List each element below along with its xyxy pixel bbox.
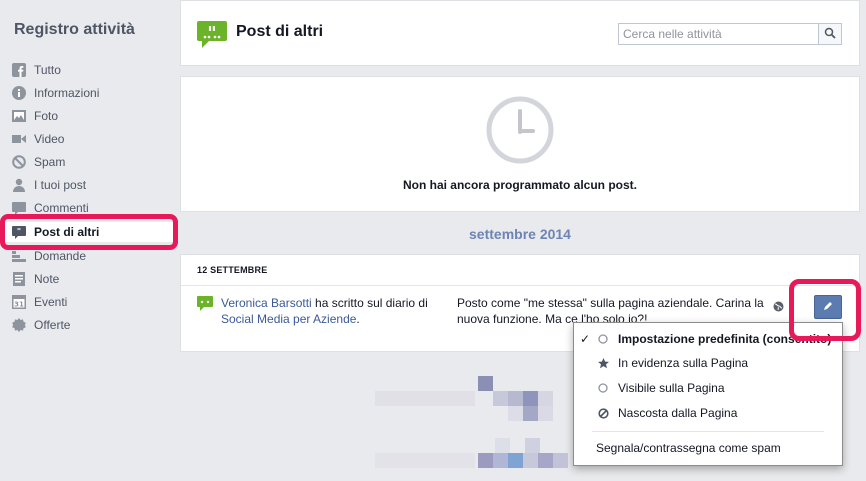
sidebar-item-label: Eventi — [34, 295, 68, 309]
note-icon — [12, 272, 26, 286]
sidebar-title: Registro attività — [14, 21, 135, 38]
sidebar-item-i-tuoi-post[interactable]: I tuoi post — [12, 175, 172, 195]
svg-text:31: 31 — [14, 301, 24, 309]
menu-separator — [592, 431, 824, 432]
post-bubble-icon — [197, 295, 213, 314]
search-button[interactable] — [818, 24, 841, 44]
sidebar-item-eventi[interactable]: 31 Eventi — [12, 292, 172, 312]
sidebar: Registro attività Tutto Informazioni Fot… — [0, 0, 180, 481]
circle-icon — [596, 381, 610, 395]
search-input[interactable] — [623, 26, 813, 42]
action-text: ha scritto sul diario di — [311, 296, 428, 310]
sidebar-item-tutto[interactable]: Tutto — [12, 60, 172, 80]
clock-icon — [485, 95, 555, 168]
comment-icon — [12, 201, 26, 215]
sidebar-item-label: Offerte — [34, 318, 71, 332]
menu-item-label: In evidenza sulla Pagina — [618, 356, 749, 370]
offer-icon — [12, 318, 26, 332]
sidebar-item-label: Spam — [34, 155, 66, 169]
empty-schedule-message: Non hai ancora programmato alcun post. — [402, 178, 638, 192]
person-icon — [12, 178, 26, 192]
action-suffix: . — [356, 312, 360, 326]
sidebar-item-video[interactable]: Video — [12, 129, 172, 149]
sidebar-item-label: Video — [34, 132, 65, 146]
sidebar-item-label: Informazioni — [34, 86, 100, 100]
search-icon — [824, 27, 836, 42]
author-link[interactable]: Veronica Barsotti — [221, 296, 312, 310]
highlight-box — [789, 279, 861, 341]
check-icon: ✓ — [579, 332, 591, 346]
post-line: Posto come "me stessa" sulla pagina azie… — [457, 296, 764, 310]
sidebar-item-label: Tutto — [34, 63, 61, 77]
header-panel: " Post di altri — [180, 0, 860, 66]
sidebar-item-informazioni[interactable]: Informazioni — [12, 83, 172, 103]
question-icon — [12, 249, 26, 263]
svg-text:": " — [207, 23, 216, 44]
sidebar-item-domande[interactable]: Domande — [12, 246, 172, 266]
menu-item-report-spam[interactable]: Segnala/contrassegna come spam — [596, 441, 781, 455]
facebook-icon — [12, 63, 26, 77]
video-icon — [12, 132, 26, 146]
visibility-dropdown: ✓ Impostazione predefinita (consentito) … — [573, 322, 843, 466]
activity-entry: Veronica Barsotti ha scritto sul diario … — [221, 295, 443, 327]
sidebar-item-label: Commenti — [34, 201, 89, 215]
sidebar-item-foto[interactable]: Foto — [12, 106, 172, 126]
circle-icon — [596, 332, 610, 346]
info-icon — [12, 86, 26, 100]
globe-icon[interactable] — [773, 301, 784, 315]
sidebar-item-label: Note — [34, 272, 60, 286]
sidebar-item-note[interactable]: Note — [12, 269, 172, 289]
search-box — [618, 23, 842, 45]
sidebar-item-spam[interactable]: Spam — [12, 152, 172, 172]
highlight-box — [0, 214, 178, 250]
post-bubble-icon: " — [197, 19, 227, 49]
menu-item-label: Visibile sulla Pagina — [618, 381, 725, 395]
menu-item-featured[interactable]: In evidenza sulla Pagina — [574, 353, 842, 373]
menu-item-hidden[interactable]: Nascosta dalla Pagina — [574, 403, 842, 423]
date-heading: 12 SETTEMBRE — [197, 265, 268, 275]
star-icon — [596, 356, 610, 370]
spam-icon — [12, 155, 26, 169]
scheduled-panel: Non hai ancora programmato alcun post. — [180, 76, 860, 212]
calendar-icon: 31 — [12, 295, 26, 309]
sidebar-item-offerte[interactable]: Offerte — [12, 315, 172, 335]
sidebar-item-label: Domande — [34, 249, 87, 263]
blocked-icon — [596, 406, 610, 420]
divider — [181, 285, 859, 286]
sidebar-item-label: I tuoi post — [34, 178, 87, 192]
photo-icon — [12, 109, 26, 123]
sidebar-item-label: Foto — [34, 109, 59, 123]
month-heading: settembre 2014 — [469, 226, 571, 242]
page-title: Post di altri — [236, 23, 324, 40]
menu-item-label: Nascosta dalla Pagina — [618, 406, 738, 420]
menu-item-visible[interactable]: Visibile sulla Pagina — [574, 378, 842, 398]
page-link[interactable]: Social Media per Aziende — [221, 312, 356, 326]
